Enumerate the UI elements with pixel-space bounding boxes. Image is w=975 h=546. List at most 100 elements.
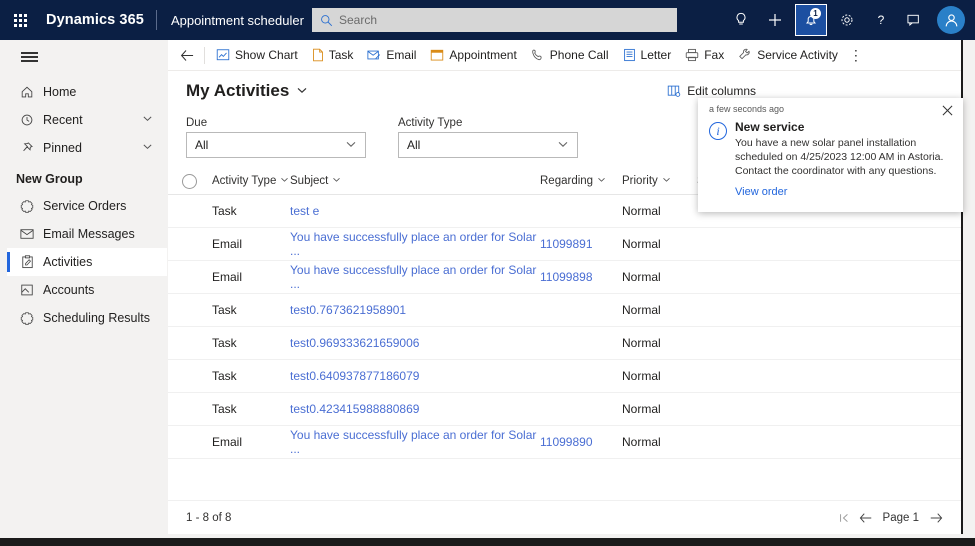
- select-all-checkbox[interactable]: [182, 174, 197, 189]
- back-button[interactable]: [172, 41, 202, 69]
- sidebar-primary-nav: Home Recent Pinned: [7, 78, 167, 332]
- sidebar-collapse-icon[interactable]: [7, 40, 51, 74]
- phone-icon: [531, 48, 545, 62]
- envelope-icon: [15, 228, 39, 240]
- table-row[interactable]: EmailYou have successfully place an orde…: [168, 228, 961, 261]
- command-task[interactable]: Task: [305, 41, 361, 69]
- service-activity-icon: [738, 48, 752, 62]
- app-launcher-icon[interactable]: [0, 0, 40, 40]
- help-question-icon[interactable]: ?: [864, 4, 898, 36]
- column-header-regarding[interactable]: Regarding: [540, 175, 622, 187]
- chevron-down-icon[interactable]: [142, 113, 153, 127]
- notifications-bell-icon[interactable]: 1: [795, 4, 827, 36]
- command-service-activity[interactable]: Service Activity: [731, 41, 845, 69]
- cell-subject[interactable]: test0.423415988880869: [290, 402, 540, 416]
- chevron-down-icon[interactable]: [142, 141, 153, 155]
- top-navigation-bar: Dynamics 365 Appointment scheduler 1: [0, 0, 975, 40]
- command-overflow-icon[interactable]: ⋮: [845, 47, 867, 64]
- command-phone-call[interactable]: Phone Call: [524, 41, 616, 69]
- next-page-button[interactable]: [925, 512, 947, 524]
- filter-value: All: [407, 138, 420, 152]
- due-filter-select[interactable]: All: [186, 132, 366, 158]
- command-label: Task: [329, 48, 354, 62]
- command-email[interactable]: Email: [360, 41, 423, 69]
- sidebar-item-activities[interactable]: Activities: [7, 248, 167, 276]
- fax-icon: [685, 48, 699, 62]
- task-icon: [312, 48, 324, 62]
- cell-priority: Normal: [622, 270, 697, 284]
- command-show-chart[interactable]: Show Chart: [209, 41, 305, 69]
- clipboard-icon: [15, 255, 39, 269]
- previous-page-button[interactable]: [855, 512, 877, 524]
- table-row[interactable]: Tasktest0.423415988880869Normal: [168, 393, 961, 426]
- command-letter[interactable]: Letter: [616, 41, 679, 69]
- close-icon[interactable]: [939, 102, 955, 118]
- cell-subject[interactable]: test e: [290, 204, 540, 218]
- account-box-icon: [15, 283, 39, 297]
- sidebar-item-label: Pinned: [39, 141, 82, 155]
- search-input[interactable]: [339, 13, 669, 27]
- command-label: Email: [386, 48, 416, 62]
- cell-priority: Normal: [622, 336, 697, 350]
- notification-body: i New service You have a new solar panel…: [698, 118, 963, 198]
- user-avatar[interactable]: [937, 6, 965, 34]
- sidebar-item-scheduling-results[interactable]: Scheduling Results: [7, 304, 167, 332]
- top-icon-group: 1 ?: [724, 0, 971, 40]
- info-icon: i: [709, 120, 735, 198]
- record-count-label: 1 - 8 of 8: [186, 512, 231, 524]
- cell-subject[interactable]: You have successfully place an order for…: [290, 428, 540, 456]
- settings-gear-icon[interactable]: [830, 4, 864, 36]
- activity-type-filter-select[interactable]: All: [398, 132, 578, 158]
- sidebar-item-email-messages[interactable]: Email Messages: [7, 220, 167, 248]
- edit-columns-button[interactable]: Edit columns: [667, 84, 756, 98]
- sidebar-item-label: Service Orders: [39, 199, 126, 213]
- cell-subject[interactable]: You have successfully place an order for…: [290, 230, 540, 258]
- column-label: Activity Type: [212, 175, 276, 187]
- global-search[interactable]: [312, 8, 677, 32]
- pin-icon: [15, 141, 39, 155]
- command-divider: [204, 47, 205, 64]
- notification-count-badge: 1: [810, 8, 821, 19]
- notification-message: You have a new solar panel installation …: [735, 136, 951, 178]
- home-icon: [15, 85, 39, 99]
- first-page-button[interactable]: [833, 512, 855, 524]
- chevron-down-icon: [557, 138, 569, 153]
- search-icon: [320, 14, 333, 27]
- command-label: Show Chart: [235, 48, 298, 62]
- new-record-plus-icon[interactable]: [758, 4, 792, 36]
- chevron-down-icon[interactable]: [296, 81, 308, 101]
- sidebar-item-service-orders[interactable]: Service Orders: [7, 192, 167, 220]
- table-row[interactable]: EmailYou have successfully place an orde…: [168, 261, 961, 294]
- body-container: Home Recent Pinned: [0, 40, 975, 538]
- cell-subject[interactable]: test0.640937877186079: [290, 369, 540, 383]
- cell-regarding[interactable]: 11099891: [540, 237, 622, 251]
- cell-subject[interactable]: You have successfully place an order for…: [290, 263, 540, 291]
- table-row[interactable]: Tasktest0.969333621659006Normal: [168, 327, 961, 360]
- command-label: Phone Call: [550, 48, 609, 62]
- sidebar-item-accounts[interactable]: Accounts: [7, 276, 167, 304]
- table-row[interactable]: Tasktest0.640937877186079Normal: [168, 360, 961, 393]
- taskbar-strip: [0, 538, 975, 546]
- notification-header: a few seconds ago: [698, 98, 963, 118]
- sidebar-item-home[interactable]: Home: [7, 78, 167, 106]
- cell-regarding[interactable]: 11099898: [540, 270, 622, 284]
- cell-subject[interactable]: test0.969333621659006: [290, 336, 540, 350]
- chevron-down-icon: [345, 138, 357, 153]
- column-header-activity-type[interactable]: Activity Type: [210, 175, 290, 187]
- sidebar-item-recent[interactable]: Recent: [7, 106, 167, 134]
- notification-title: New service: [735, 120, 951, 134]
- insights-lightbulb-icon[interactable]: [724, 4, 758, 36]
- column-header-subject[interactable]: Subject: [290, 175, 540, 187]
- view-selector[interactable]: My Activities: [186, 81, 308, 101]
- command-fax[interactable]: Fax: [678, 41, 731, 69]
- cell-subject[interactable]: test0.7673621958901: [290, 303, 540, 317]
- cell-regarding[interactable]: 11099890: [540, 435, 622, 449]
- sidebar-item-pinned[interactable]: Pinned: [7, 134, 167, 162]
- sidebar-item-label: Home: [39, 85, 76, 99]
- view-order-link[interactable]: View order: [735, 186, 951, 198]
- table-row[interactable]: Tasktest0.7673621958901Normal: [168, 294, 961, 327]
- chat-assistant-icon[interactable]: [898, 4, 932, 36]
- command-appointment[interactable]: Appointment: [423, 41, 523, 69]
- column-header-priority[interactable]: Priority: [622, 175, 697, 187]
- table-row[interactable]: EmailYou have successfully place an orde…: [168, 426, 961, 459]
